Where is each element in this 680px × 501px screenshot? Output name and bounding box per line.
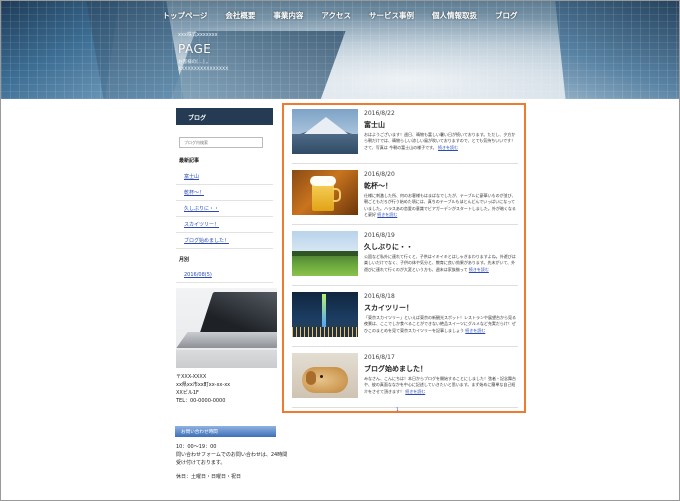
blog-search-input[interactable] <box>179 137 263 148</box>
sidebar: ブログ 最新記事 富士山 乾杯～！ 久しぶりに・・ スカイツリー！ ブログ始めま… <box>176 108 277 283</box>
archive-title: 月別 <box>179 257 190 263</box>
global-nav: トップページ 会社概要 事業内容 アクセス サービス事例 個人情報取扱 ブログ <box>1 1 679 27</box>
read-more-link[interactable]: 続きを読む <box>377 212 397 217</box>
blog-post: 2016/8/17 ブログ始めました！ みなさん、こんにちは！本日からブログを開… <box>292 351 518 408</box>
post-excerpt: 「東京スカイツリー」といえば東京の新観光スポット！レストランや展望台から見る夜景… <box>364 315 516 334</box>
nav-item-business[interactable]: 事業内容 <box>264 1 312 27</box>
beer-foam-shape <box>310 176 336 186</box>
post-title[interactable]: スカイツリー！ <box>364 303 413 313</box>
post-title[interactable]: ブログ始めました！ <box>364 364 427 374</box>
contact-hours: 10：00〜19：00 問い合わせフォームでのお問い合わせは、24時間 受け付け… <box>176 443 287 481</box>
blog-post-list: 2016/8/22 富士山 おはようございます！週日、晴物も富しい暑い日が続いて… <box>282 103 526 413</box>
tower-shape <box>322 294 326 328</box>
desk-shape <box>176 350 277 368</box>
site-description: お客様の[…] 。 XXXXXXXXXXXXXXXX <box>178 59 478 73</box>
post-title[interactable]: 久しぶりに・・ <box>364 242 413 252</box>
hours-line: 休日：土曜日・日曜日・祝日 <box>176 474 242 480</box>
post-date: 2016/8/17 <box>364 354 395 361</box>
post-thumbnail-fuji[interactable] <box>292 109 358 154</box>
beer-mug-shape <box>312 183 334 211</box>
post-date: 2016/8/22 <box>364 110 395 117</box>
post-excerpt-text: みなさん、こんにちは！本日からブログを開始することにしました！弦者・記念舞台や、… <box>364 376 516 394</box>
post-excerpt: 仕様に刺激した所、何のお客様もはまばなでしたが、テーブルに豪華いものが並び、朝ご… <box>364 193 516 218</box>
read-more-link[interactable]: 続きを読む <box>438 145 458 150</box>
site-subtitle: xxx株式xxxxxxx <box>178 32 218 38</box>
site-description-line: お客様の[…] 。 <box>178 60 211 65</box>
blog-post: 2016/8/18 スカイツリー！ 「東京スカイツリー」といえば東京の新観光スポ… <box>292 290 518 347</box>
header-hero: トップページ 会社概要 事業内容 アクセス サービス事例 個人情報取扱 ブログ … <box>1 1 679 99</box>
mug-handle-shape <box>333 188 341 202</box>
post-thumbnail-field[interactable] <box>292 231 358 276</box>
post-excerpt-text: 「東京スカイツリー」といえば東京の新観光スポット！レストランや展望台から見る夜景… <box>364 315 516 333</box>
city-lights-shape <box>292 327 358 337</box>
post-excerpt: みなさん、こんにちは！本日からブログを開始することにしました！弦者・記念舞台や、… <box>364 376 516 395</box>
blog-post: 2016/8/22 富士山 おはようございます！週日、晴物も富しい暑い日が続いて… <box>292 107 518 164</box>
read-more-link[interactable]: 続きを読む <box>465 328 485 333</box>
laptop-screen-shape <box>198 292 277 336</box>
post-excerpt-text: 公園など私外に連れて行くと、子供はイキイキとはしゃぎまわりますよね。外遊びは楽し… <box>364 254 516 272</box>
recent-post-link[interactable]: ブログ始めました！ <box>176 233 273 249</box>
dog-eye-shape <box>320 375 323 378</box>
post-date: 2016/8/19 <box>364 232 395 239</box>
sidebar-heading: ブログ <box>176 108 273 125</box>
post-thumbnail-beer[interactable] <box>292 170 358 215</box>
post-excerpt: 公園など私外に連れて行くと、子供はイキイキとはしゃぎまわりますよね。外遊びは楽し… <box>364 254 516 273</box>
contact-hours-heading: お問い合わせ時間 <box>175 426 276 437</box>
pagination-page[interactable]: 1 <box>396 408 399 413</box>
read-more-link[interactable]: 続きを読む <box>405 389 425 394</box>
post-thumbnail-skytree[interactable] <box>292 292 358 337</box>
recent-post-link[interactable]: 富士山 <box>176 169 273 185</box>
address-line: XXビル1F <box>176 390 199 396</box>
recent-posts-list: 富士山 乾杯～！ 久しぶりに・・ スカイツリー！ ブログ始めました！ <box>176 169 277 249</box>
tree-line-shape <box>292 251 358 256</box>
nav-item-access[interactable]: アクセス <box>312 1 360 27</box>
company-address: 〒XXX-XXXX xx県xx市xx町xx-xx-xx XXビル1F TEL：0… <box>176 373 230 405</box>
post-excerpt: おはようございます！週日、晴物も富しい暑い日が続いております。ただし、夕方から朝… <box>364 132 516 151</box>
nav-item-company[interactable]: 会社概要 <box>216 1 264 27</box>
nav-item-privacy[interactable]: 個人情報取扱 <box>423 1 486 27</box>
site-title[interactable]: PAGE <box>178 42 211 56</box>
site-description-line: XXXXXXXXXXXXXXXX <box>178 67 229 72</box>
laptop-base-shape <box>176 332 277 348</box>
archive-list: 2016/08(5) <box>176 268 277 283</box>
recent-post-link[interactable]: 久しぶりに・・ <box>176 201 273 217</box>
archive-link[interactable]: 2016/08(5) <box>176 268 273 283</box>
post-title[interactable]: 乾杯～！ <box>364 181 392 191</box>
recent-post-link[interactable]: スカイツリー！ <box>176 217 273 233</box>
blog-post: 2016/8/19 久しぶりに・・ 公園など私外に連れて行くと、子供はイキイキと… <box>292 229 518 286</box>
post-date: 2016/8/20 <box>364 171 395 178</box>
nav-item-cases[interactable]: サービス事例 <box>360 1 423 27</box>
blog-post: 2016/8/20 乾杯～！ 仕様に刺激した所、何のお客様もはまばなでしたが、テ… <box>292 168 518 225</box>
post-thumbnail-dog[interactable] <box>292 353 358 398</box>
dog-ear-shape <box>306 371 316 385</box>
recent-posts-title: 最新記事 <box>179 158 200 164</box>
mountain-snow-shape <box>304 117 348 134</box>
hours-line: 10：00〜19：00 <box>176 444 217 450</box>
laptop-photo <box>176 288 277 368</box>
nav-item-blog[interactable]: ブログ <box>486 1 527 27</box>
address-line: TEL：00-0000-0000 <box>176 398 226 404</box>
hours-line: 受け付けております。 <box>176 460 226 466</box>
post-title[interactable]: 富士山 <box>364 120 385 130</box>
address-line: 〒XXX-XXXX <box>176 374 207 380</box>
read-more-link[interactable]: 続きを読む <box>469 267 489 272</box>
nav-item-top[interactable]: トップページ <box>154 1 217 27</box>
address-line: xx県xx市xx町xx-xx-xx <box>176 382 231 388</box>
recent-post-link[interactable]: 乾杯～！ <box>176 185 273 201</box>
post-date: 2016/8/18 <box>364 293 395 300</box>
hours-line: 問い合わせフォームでのお問い合わせは、24時間 <box>176 452 288 458</box>
